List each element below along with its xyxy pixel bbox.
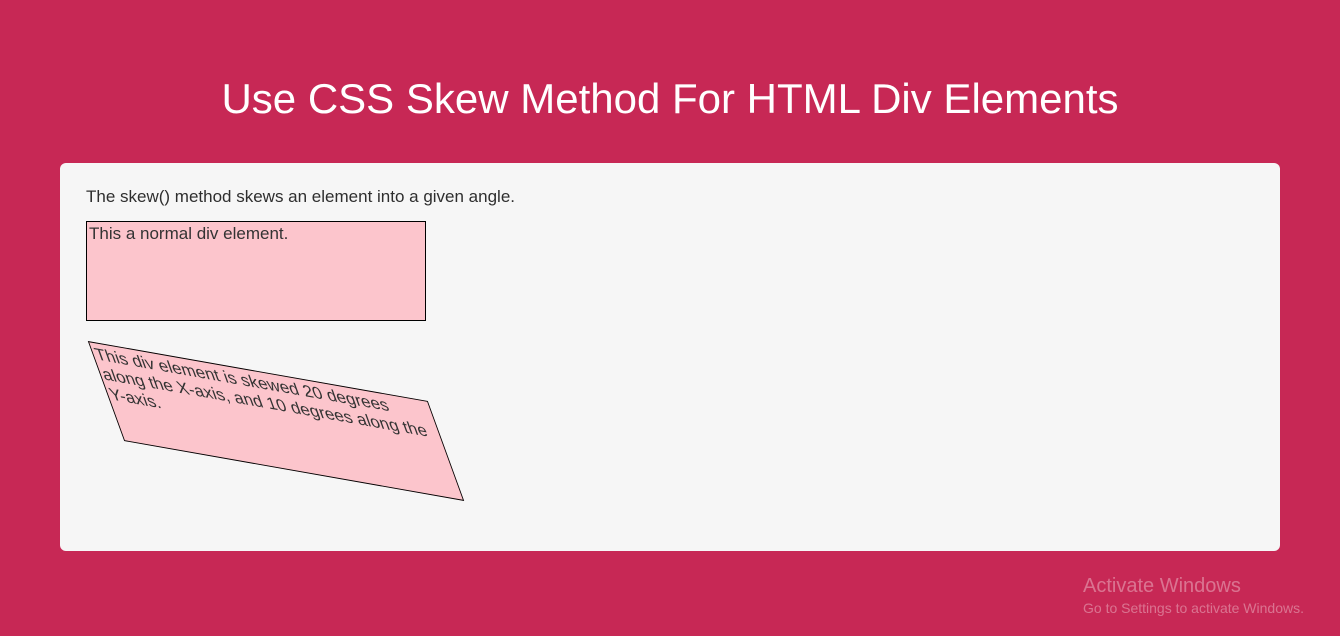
watermark-subtitle: Go to Settings to activate Windows. <box>1083 600 1304 616</box>
activate-windows-watermark: Activate Windows Go to Settings to activ… <box>1083 575 1304 616</box>
description-text: The skew() method skews an element into … <box>86 187 1254 207</box>
normal-div-example: This a normal div element. <box>86 221 426 321</box>
content-card: The skew() method skews an element into … <box>60 163 1280 551</box>
skewed-div-example: This div element is skewed 20 degrees al… <box>88 341 464 501</box>
page-title: Use CSS Skew Method For HTML Div Element… <box>0 0 1340 163</box>
watermark-title: Activate Windows <box>1083 575 1304 598</box>
